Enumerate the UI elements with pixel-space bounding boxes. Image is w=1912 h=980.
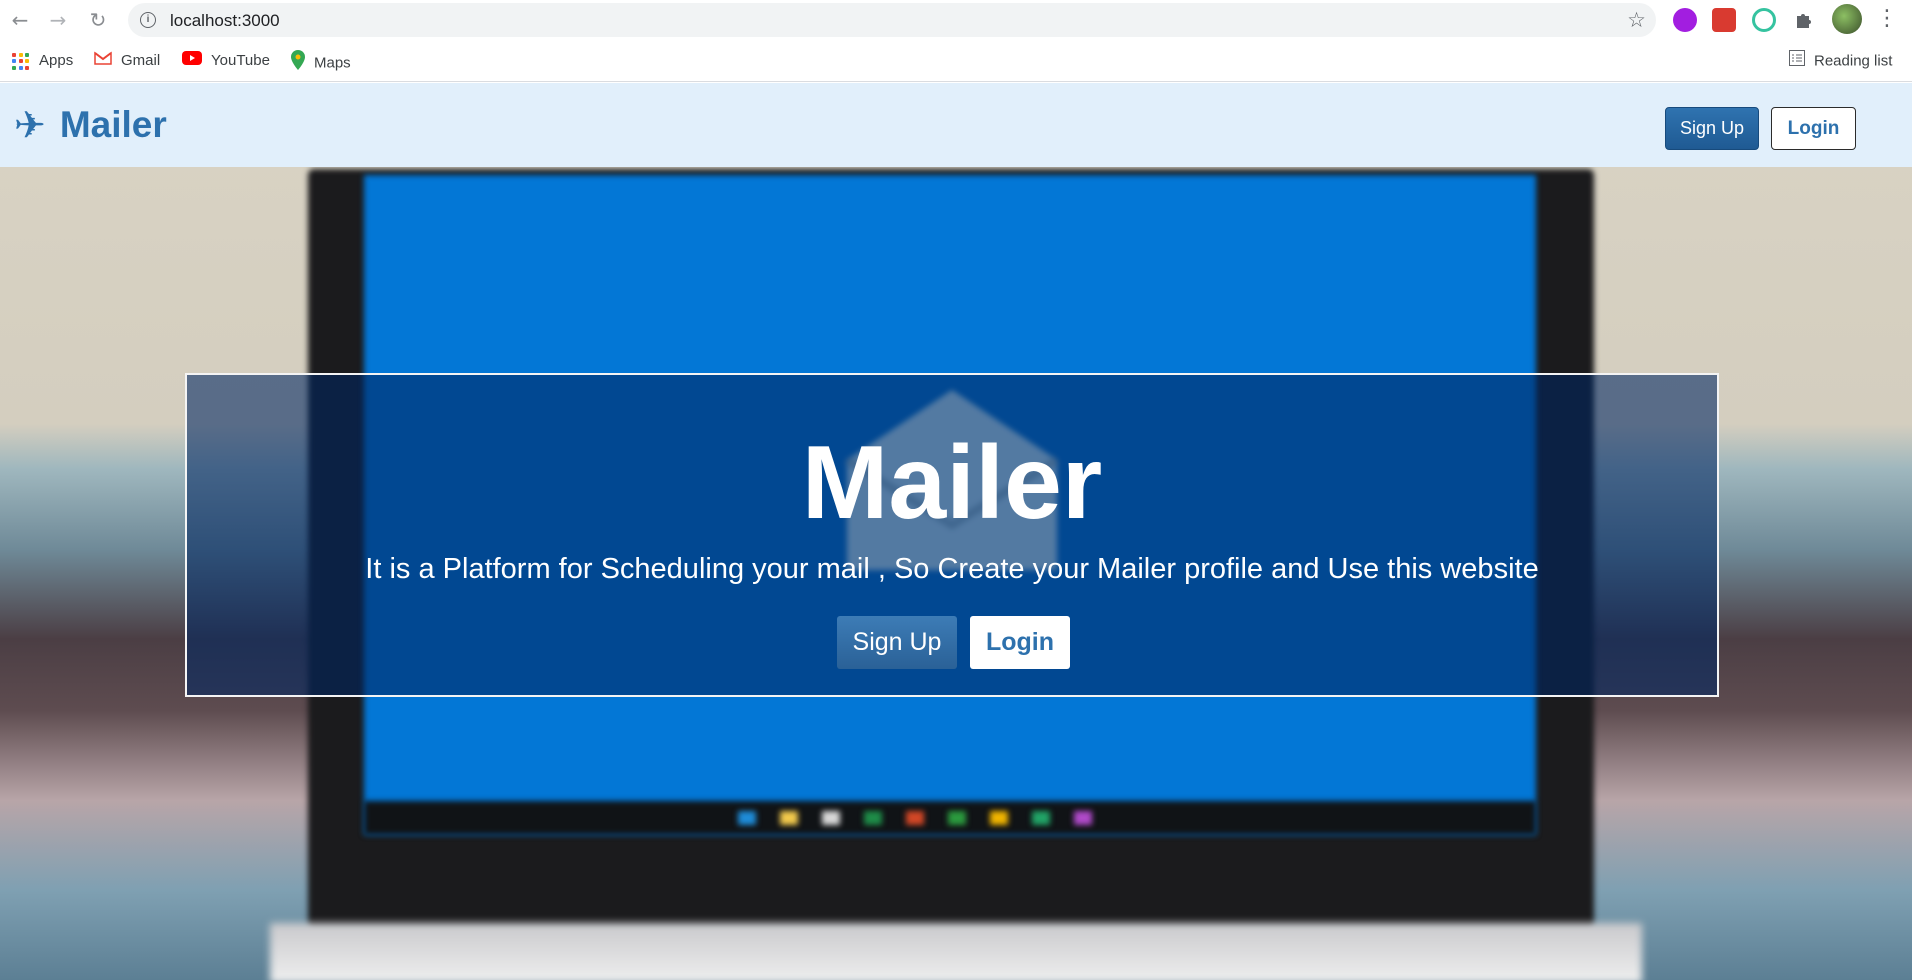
url-text[interactable]: localhost:3000 [170, 11, 280, 31]
brand-name: Mailer [59, 104, 167, 145]
extension-target-icon[interactable] [1752, 8, 1776, 32]
bookmarks-bar: Apps Gmail YouTube Maps Reading list [0, 40, 1912, 82]
reading-list-label: Reading list [1814, 52, 1893, 70]
hero-panel: Mailer It is a Platform for Scheduling y… [185, 373, 1719, 697]
bookmark-label: YouTube [211, 52, 270, 69]
address-bar[interactable]: i localhost:3000 ☆ [128, 3, 1656, 37]
apps-grid-icon [12, 52, 29, 70]
hero-login-button[interactable]: Login [970, 616, 1070, 669]
info-icon[interactable]: i [140, 12, 156, 28]
brand-logo[interactable]: ✈ Mailer [14, 103, 167, 147]
reading-list-button[interactable]: Reading list [1789, 50, 1892, 72]
bookmark-youtube[interactable]: YouTube [182, 50, 270, 72]
gmail-icon [94, 50, 112, 72]
taskbar-app-image [864, 811, 882, 825]
hero-signup-button[interactable]: Sign Up [837, 616, 957, 669]
forward-arrow-icon[interactable]: → [46, 8, 70, 32]
laptop-image-base [270, 923, 1642, 980]
bookmark-gmail[interactable]: Gmail [94, 50, 160, 72]
puzzle-icon[interactable] [1792, 8, 1816, 32]
taskbar-app-image [948, 811, 966, 825]
kebab-menu-icon[interactable]: ⋮ [1876, 6, 1898, 32]
taskbar-app-image [1032, 811, 1050, 825]
hero-subtitle: It is a Platform for Scheduling your mai… [365, 553, 1539, 585]
taskbar-app-image [822, 811, 840, 825]
bookmark-label: Gmail [121, 52, 161, 69]
star-icon[interactable]: ☆ [1627, 8, 1646, 32]
bookmark-maps[interactable]: Maps [291, 50, 351, 72]
navbar-signup-button[interactable]: Sign Up [1665, 107, 1759, 150]
taskbar-app-image [906, 811, 924, 825]
avatar[interactable] [1832, 4, 1862, 34]
hero-title: Mailer [801, 425, 1103, 541]
taskbar-app-image [990, 811, 1008, 825]
page-viewport: ✈ Mailer Sign Up Login Mailer It is a Pl… [0, 83, 1912, 980]
taskbar-app-image [1074, 811, 1092, 825]
bookmark-label: Apps [39, 52, 74, 69]
reading-list-icon [1789, 50, 1805, 73]
extension-purple-icon[interactable] [1673, 8, 1697, 32]
airplane-icon: ✈ [14, 103, 46, 147]
bookmark-apps[interactable]: Apps [12, 50, 73, 72]
bookmark-label: Maps [314, 54, 351, 72]
maps-pin-icon [291, 50, 305, 77]
youtube-icon [182, 50, 202, 72]
reload-icon[interactable]: ↻ [86, 8, 110, 32]
taskbar-app-image [738, 811, 756, 825]
extension-red-icon[interactable] [1712, 8, 1736, 32]
site-navbar: ✈ Mailer Sign Up Login [0, 83, 1912, 167]
navbar-login-button[interactable]: Login [1771, 107, 1856, 150]
browser-toolbar: ← → ↻ i localhost:3000 ☆ ⋮ [0, 0, 1912, 40]
taskbar-app-image [780, 811, 798, 825]
back-arrow-icon[interactable]: ← [8, 8, 32, 32]
